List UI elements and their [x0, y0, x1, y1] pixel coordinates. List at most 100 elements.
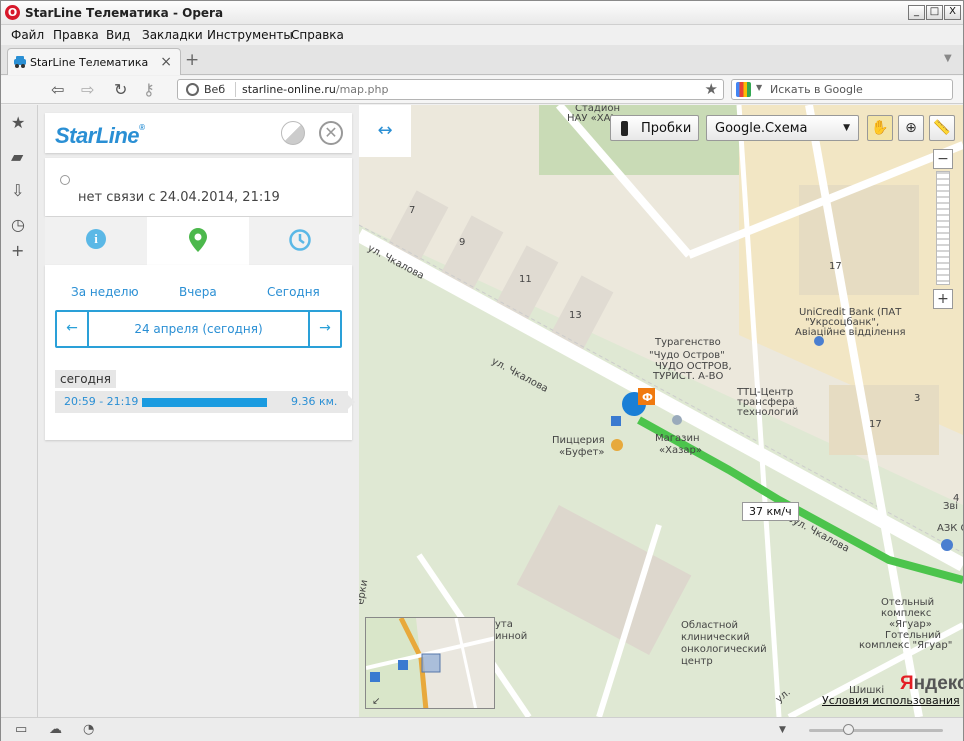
menu-bar: Файл Правка Вид Закладки Инструменты Спр…: [1, 25, 963, 45]
current-date: 24 апреля (сегодня): [134, 322, 263, 336]
forward-arrow-icon[interactable]: ⇨: [81, 80, 94, 99]
map-label-pizza2: «Буфет»: [559, 447, 605, 458]
notes-icon[interactable]: ▰: [11, 147, 23, 166]
connection-status-icon: [60, 175, 70, 185]
restaurant-poi-icon[interactable]: [611, 439, 623, 451]
reload-icon[interactable]: ↻: [114, 80, 127, 99]
logo-reg: ®: [139, 123, 145, 132]
map-label-b3: 3: [914, 393, 920, 404]
address-prefix: Веб: [204, 83, 226, 96]
tab-menu-chevron-icon[interactable]: ▼: [944, 53, 952, 64]
tab-tracks[interactable]: [147, 217, 249, 265]
prev-date-button[interactable]: ←: [57, 312, 89, 346]
address-bar[interactable]: Веб starline-online.ru/map.php ★: [177, 79, 724, 100]
zoom-control: − +: [933, 149, 953, 309]
page-zoom-knob[interactable]: [843, 724, 854, 735]
gas-station-icon[interactable]: [941, 539, 953, 551]
add-panel-icon[interactable]: +: [11, 241, 24, 260]
opera-logo-icon: O: [5, 5, 20, 20]
date-selector: ← 24 апреля (сегодня) →: [55, 310, 342, 348]
map-label-hotel2: комплекс: [881, 608, 931, 619]
key-icon[interactable]: ⚷: [143, 80, 155, 99]
panel-toggle-icon[interactable]: ▭: [15, 722, 27, 737]
map-label-zv: Зві: [943, 500, 958, 512]
address-separator: [235, 82, 236, 97]
ruler-icon[interactable]: 📏: [929, 115, 955, 141]
trip-row[interactable]: 20:59 - 21:19 9.36 км.: [55, 391, 355, 413]
zoom-slider[interactable]: [936, 171, 950, 285]
period-today[interactable]: Сегодня: [267, 285, 320, 299]
zoom-area-icon[interactable]: ⊕: [898, 115, 924, 141]
zoom-dropdown-icon[interactable]: ▼: [779, 725, 786, 735]
dropdown-arrow-icon: ▼: [843, 123, 850, 133]
shop-poi-icon[interactable]: [672, 415, 682, 425]
map-type-select[interactable]: Google.Схема ▼: [706, 115, 859, 141]
period-yesterday[interactable]: Вчера: [179, 285, 217, 299]
tab-history[interactable]: [249, 217, 352, 265]
clock-icon: [289, 229, 311, 251]
map-label-b13: 13: [569, 310, 582, 321]
menu-bookmarks[interactable]: Закладки: [142, 28, 203, 42]
page-content: Ф ул. Чкалова ул. Чкалова вул. Чкалова С…: [38, 105, 963, 717]
map-label-hotel1: Отельный: [881, 597, 934, 608]
map-label-azs: АЗК О: [937, 523, 963, 534]
minimize-button[interactable]: _: [908, 5, 925, 20]
menu-help[interactable]: Справка: [291, 28, 344, 42]
terms-link[interactable]: Условия использования: [822, 694, 960, 707]
traffic-button[interactable]: Пробки: [610, 115, 699, 141]
map-label-b17a: 17: [829, 261, 842, 272]
search-placeholder: Искать в Google: [770, 83, 863, 96]
map-label-bank3: Авіаційне відділення: [795, 326, 906, 338]
contrast-toggle-icon[interactable]: [281, 121, 305, 145]
url-domain: starline-online.ru: [242, 83, 336, 96]
menu-view[interactable]: Вид: [106, 28, 130, 42]
expand-map-button[interactable]: ↔: [359, 105, 411, 157]
starline-favicon-icon: [14, 56, 26, 68]
bookmark-star-icon[interactable]: ★: [705, 80, 718, 98]
panel-header: StarLine® ✕: [45, 113, 352, 153]
zoom-out-button[interactable]: −: [933, 149, 953, 169]
history-clock-icon[interactable]: ◷: [11, 215, 25, 234]
yandex-logo: Яндекс: [900, 673, 963, 695]
bus-stop-icon[interactable]: [611, 416, 621, 426]
trip-row-pointer: [348, 395, 355, 409]
tab-starline[interactable]: StarLine Телематика ×: [7, 48, 181, 75]
globe-icon: [186, 83, 199, 96]
menu-file[interactable]: Файл: [11, 28, 44, 42]
back-arrow-icon[interactable]: ⇦: [51, 80, 64, 99]
map-label-b9: 9: [459, 237, 465, 248]
search-field[interactable]: ▼ Искать в Google: [731, 79, 953, 100]
maximize-button[interactable]: □: [926, 5, 943, 20]
map-label-ttc3: технологий: [737, 407, 798, 418]
bookmarks-star-icon[interactable]: ★: [11, 113, 25, 132]
speed-dial-icon[interactable]: ◔: [83, 722, 94, 737]
info-icon: i: [86, 229, 106, 249]
pan-hand-icon[interactable]: ✋: [867, 115, 893, 141]
browser-window: O StarLine Телематика - Opera _ □ X Файл…: [0, 0, 964, 741]
zoom-in-button[interactable]: +: [933, 289, 953, 309]
tracks-card: За неделю Вчера Сегодня ← 24 апреля (сег…: [45, 265, 355, 440]
new-tab-button[interactable]: +: [185, 50, 199, 70]
period-week[interactable]: За неделю: [71, 285, 139, 299]
tab-info[interactable]: i: [45, 217, 147, 265]
minimap[interactable]: ↙: [365, 617, 495, 709]
next-date-button[interactable]: →: [308, 312, 340, 346]
map-label-hosp3: онкологический: [681, 644, 767, 655]
menu-edit[interactable]: Правка: [53, 28, 99, 42]
turbo-cloud-icon[interactable]: ☁: [49, 722, 62, 737]
starline-panel: StarLine® ✕ нет связи с 24.04.2014, 21:1…: [45, 113, 355, 440]
menu-tools[interactable]: Инструменты: [207, 28, 293, 42]
map-label-hosp2: клинический: [681, 632, 750, 643]
google-icon[interactable]: [736, 82, 751, 97]
tab-close-button[interactable]: ×: [160, 54, 172, 70]
address-url[interactable]: starline-online.ru/map.php: [242, 83, 388, 96]
search-engine-dropdown-icon[interactable]: ▼: [756, 83, 762, 92]
map-label-b17b: 17: [869, 419, 882, 430]
map-label-agency2: "Чудо Остров": [649, 350, 725, 361]
close-window-button[interactable]: X: [944, 5, 961, 20]
map-label-b11: 11: [519, 274, 532, 285]
close-panel-icon[interactable]: ✕: [319, 121, 343, 145]
downloads-icon[interactable]: ⇩: [11, 181, 24, 200]
page-zoom-slider[interactable]: [809, 729, 943, 732]
map-label-hosp4: центр: [681, 656, 713, 667]
